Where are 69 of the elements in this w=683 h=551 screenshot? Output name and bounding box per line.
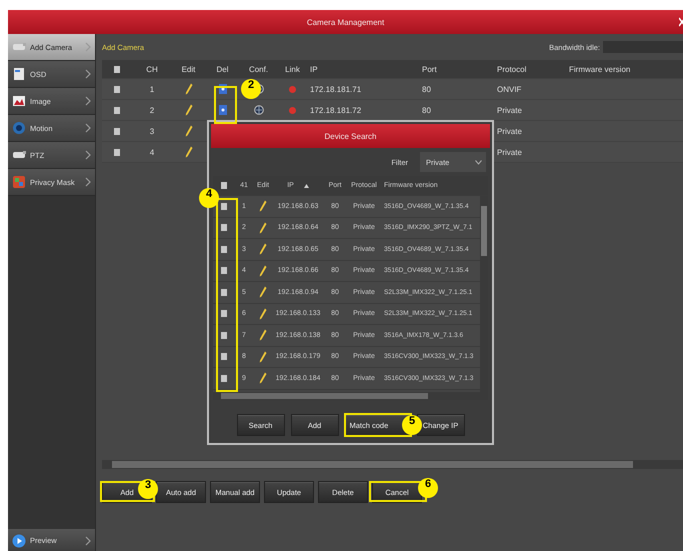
checkbox[interactable] xyxy=(114,106,120,114)
checkbox[interactable] xyxy=(221,202,227,210)
chevron-right-icon xyxy=(85,177,91,187)
callout-number: 4 xyxy=(199,188,219,208)
chevron-right-icon xyxy=(85,69,91,79)
pencil-icon xyxy=(259,350,267,363)
table-cell-text: 172.18.181.71 xyxy=(309,84,362,94)
checkbox[interactable] xyxy=(221,332,227,339)
delete-icon xyxy=(218,105,226,115)
pencil-icon xyxy=(259,372,267,384)
column-header: Edit xyxy=(180,64,196,74)
checkbox[interactable] xyxy=(221,374,227,382)
checkbox[interactable] xyxy=(114,128,120,134)
chevron-right-icon xyxy=(85,536,91,546)
pencil-icon xyxy=(259,222,267,234)
column-header: Port xyxy=(421,64,438,74)
table-cell-text: ONVIF xyxy=(496,84,522,94)
table-cell-text: 4 xyxy=(148,148,156,156)
table-cell-text: 3 xyxy=(148,126,156,136)
callout-number: 6 xyxy=(418,478,438,498)
column-header: IP xyxy=(309,64,319,74)
horizontal-scrollbar[interactable] xyxy=(102,460,683,469)
document-icon xyxy=(12,67,26,81)
sort-icon xyxy=(304,184,309,188)
window-title: Camera Management xyxy=(306,18,384,26)
table-cell-text: 80 xyxy=(421,84,432,94)
checkbox[interactable] xyxy=(221,310,227,318)
table-cell-text: Private xyxy=(496,126,523,136)
pencil-icon xyxy=(259,200,267,212)
column-header: Del xyxy=(215,64,230,74)
column-header: Conf. xyxy=(248,64,270,74)
table-cell-text: 172.18.181.72 xyxy=(309,106,362,114)
table-cell-text: Private xyxy=(496,148,523,156)
chevron-right-icon xyxy=(85,150,91,160)
table-cell-text: 80 xyxy=(421,106,432,114)
checkbox[interactable] xyxy=(221,267,227,274)
tiles-icon xyxy=(12,175,26,189)
pencil-icon xyxy=(259,329,267,342)
checkbox[interactable] xyxy=(114,66,120,72)
table-cell-text: Private xyxy=(496,106,523,114)
chevron-right-icon xyxy=(85,96,91,106)
pencil-icon xyxy=(259,308,267,320)
column-header: Firmware version xyxy=(568,64,632,74)
pencil-icon xyxy=(259,286,267,298)
checkbox[interactable] xyxy=(221,182,227,189)
chart-icon xyxy=(12,94,26,108)
checkbox[interactable] xyxy=(221,246,227,253)
chevron-right-icon xyxy=(85,42,91,52)
table-cell-text: 1 xyxy=(148,84,156,94)
pencil-icon xyxy=(259,264,267,277)
checkbox[interactable] xyxy=(221,224,227,232)
pencil-icon xyxy=(259,243,267,256)
chevron-right-icon xyxy=(85,123,91,133)
chevron-down-icon xyxy=(475,160,482,164)
play-icon xyxy=(12,534,26,548)
column-header: Link xyxy=(284,64,301,74)
checkbox[interactable] xyxy=(221,288,227,296)
checkbox[interactable] xyxy=(221,353,227,360)
column-header: Protocol xyxy=(496,64,528,74)
highlight-frame xyxy=(214,86,237,124)
pencil-icon xyxy=(184,146,192,158)
dialog-title: Device Search xyxy=(324,132,377,140)
checkbox[interactable] xyxy=(114,148,120,156)
checkbox[interactable] xyxy=(114,86,120,92)
pencil-icon xyxy=(184,83,192,95)
pencil-icon xyxy=(184,125,192,137)
table-cell-text: 2 xyxy=(148,106,156,114)
pencil-icon xyxy=(184,104,192,116)
column-header: CH xyxy=(145,64,159,74)
